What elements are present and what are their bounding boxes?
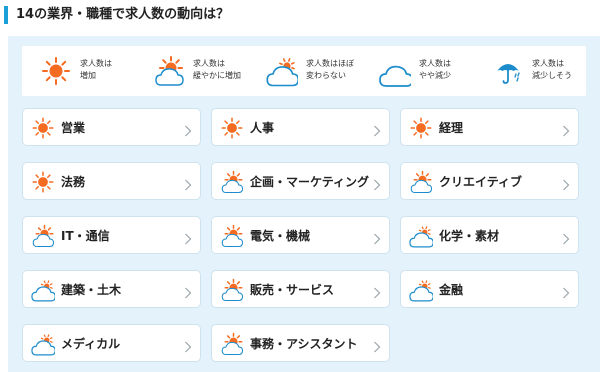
category-card[interactable]: 法務 bbox=[22, 162, 201, 200]
category-label: 法務 bbox=[61, 175, 86, 189]
category-card[interactable]: 化学・素材 bbox=[400, 216, 579, 254]
legend-label: 求人数は 増加 bbox=[80, 58, 136, 82]
category-label: 販売・サービス bbox=[250, 283, 335, 297]
page-title: 14の業界・職種で求人数の動向は？ bbox=[16, 7, 230, 22]
cloud-sun-icon bbox=[409, 278, 434, 302]
legend-line-2: 変わらない bbox=[306, 71, 346, 80]
legend-line-2: 緩やかに増加 bbox=[193, 71, 241, 80]
chevron-right-icon bbox=[562, 176, 570, 191]
legend-line-1: 求人数はほぼ bbox=[306, 59, 354, 68]
category-card[interactable]: メディカル bbox=[22, 324, 201, 362]
category-card[interactable]: 企画・マーケティング bbox=[211, 162, 390, 200]
legend-item: 求人数は 減少しそう bbox=[474, 46, 586, 96]
category-card[interactable]: 事務・アシスタント bbox=[211, 324, 390, 362]
legend-item: 求人数は 緩やかに増加 bbox=[135, 46, 247, 96]
legend-label: 求人数は やや減少 bbox=[419, 58, 475, 82]
legend-line-1: 求人数は bbox=[532, 59, 564, 68]
section-header: 14の業界・職種で求人数の動向は？ bbox=[0, 0, 600, 30]
category-card[interactable]: 販売・サービス bbox=[211, 270, 390, 308]
sun-icon bbox=[40, 55, 72, 87]
chevron-right-icon bbox=[373, 230, 381, 245]
chevron-right-icon bbox=[184, 230, 192, 245]
category-card[interactable]: IT・通信 bbox=[22, 216, 201, 254]
category-label: 人事 bbox=[250, 121, 275, 135]
category-label: 企画・マーケティング bbox=[250, 175, 370, 189]
category-label: 建築・土木 bbox=[61, 283, 122, 297]
legend-line-1: 求人数は bbox=[80, 59, 112, 68]
sun-cloud-icon bbox=[153, 55, 185, 87]
chevron-right-icon bbox=[373, 338, 381, 353]
cloud-sun-icon bbox=[409, 224, 434, 248]
category-label: 金融 bbox=[439, 283, 464, 297]
chevron-right-icon bbox=[184, 176, 192, 191]
sun-icon bbox=[220, 116, 244, 140]
category-label: 電気・機械 bbox=[250, 229, 311, 243]
chevron-right-icon bbox=[373, 176, 381, 191]
sun-icon bbox=[31, 170, 55, 194]
category-card[interactable]: 営業 bbox=[22, 108, 201, 146]
category-card[interactable]: 経理 bbox=[400, 108, 579, 146]
category-card[interactable]: 人事 bbox=[211, 108, 390, 146]
legend-label: 求人数は 減少しそう bbox=[532, 58, 588, 82]
legend-label: 求人数はほぼ 変わらない bbox=[306, 58, 362, 82]
sun-cloud-icon bbox=[220, 278, 244, 302]
sun-cloud-icon bbox=[220, 170, 244, 194]
legend-line-2: 増加 bbox=[80, 71, 96, 80]
category-label: クリエイティブ bbox=[439, 175, 523, 189]
chevron-right-icon bbox=[562, 122, 570, 137]
category-card[interactable]: クリエイティブ bbox=[400, 162, 579, 200]
legend-item: 求人数はほぼ 変わらない bbox=[248, 46, 360, 96]
category-card[interactable]: 金融 bbox=[400, 270, 579, 308]
umbrella-icon bbox=[492, 55, 524, 87]
legend-line-1: 求人数は bbox=[193, 59, 225, 68]
legend-label: 求人数は 緩やかに増加 bbox=[193, 58, 249, 82]
chevron-right-icon bbox=[373, 122, 381, 137]
category-label: IT・通信 bbox=[61, 229, 110, 243]
category-label: 営業 bbox=[61, 121, 86, 135]
title-accent-bar bbox=[4, 6, 8, 24]
sun-cloud-icon bbox=[220, 332, 244, 356]
chevron-right-icon bbox=[184, 122, 192, 137]
chevron-right-icon bbox=[184, 284, 192, 299]
sun-cloud-icon bbox=[409, 170, 433, 194]
category-label: 事務・アシスタント bbox=[250, 337, 358, 351]
category-label: 化学・素材 bbox=[439, 229, 500, 243]
chevron-right-icon bbox=[562, 284, 570, 299]
cloud-sun-icon bbox=[31, 278, 56, 302]
chevron-right-icon bbox=[562, 230, 570, 245]
legend-line-1: 求人数は bbox=[419, 59, 451, 68]
forecast-panel: 求人数は 増加 求人数は 緩やかに増加 求人数はほぼ 変わらない 求人数は やや… bbox=[8, 36, 600, 372]
legend-line-2: 減少しそう bbox=[532, 71, 572, 80]
sun-cloud-icon bbox=[31, 224, 55, 248]
sun-icon bbox=[31, 116, 55, 140]
category-label: メディカル bbox=[61, 337, 121, 351]
cloud-sun-icon bbox=[31, 332, 56, 356]
category-card[interactable]: 電気・機械 bbox=[211, 216, 390, 254]
legend-item: 求人数は やや減少 bbox=[361, 46, 473, 96]
legend: 求人数は 増加 求人数は 緩やかに増加 求人数はほぼ 変わらない 求人数は やや… bbox=[22, 46, 586, 96]
category-label: 経理 bbox=[439, 121, 464, 135]
chevron-right-icon bbox=[373, 284, 381, 299]
sun-icon bbox=[409, 116, 433, 140]
cloud-sun-icon bbox=[266, 55, 300, 87]
sun-cloud-icon bbox=[220, 224, 244, 248]
category-card[interactable]: 建築・土木 bbox=[22, 270, 201, 308]
cloud-icon bbox=[379, 55, 414, 87]
chevron-right-icon bbox=[184, 338, 192, 353]
legend-item: 求人数は 増加 bbox=[22, 46, 134, 96]
legend-line-2: やや減少 bbox=[419, 71, 451, 80]
